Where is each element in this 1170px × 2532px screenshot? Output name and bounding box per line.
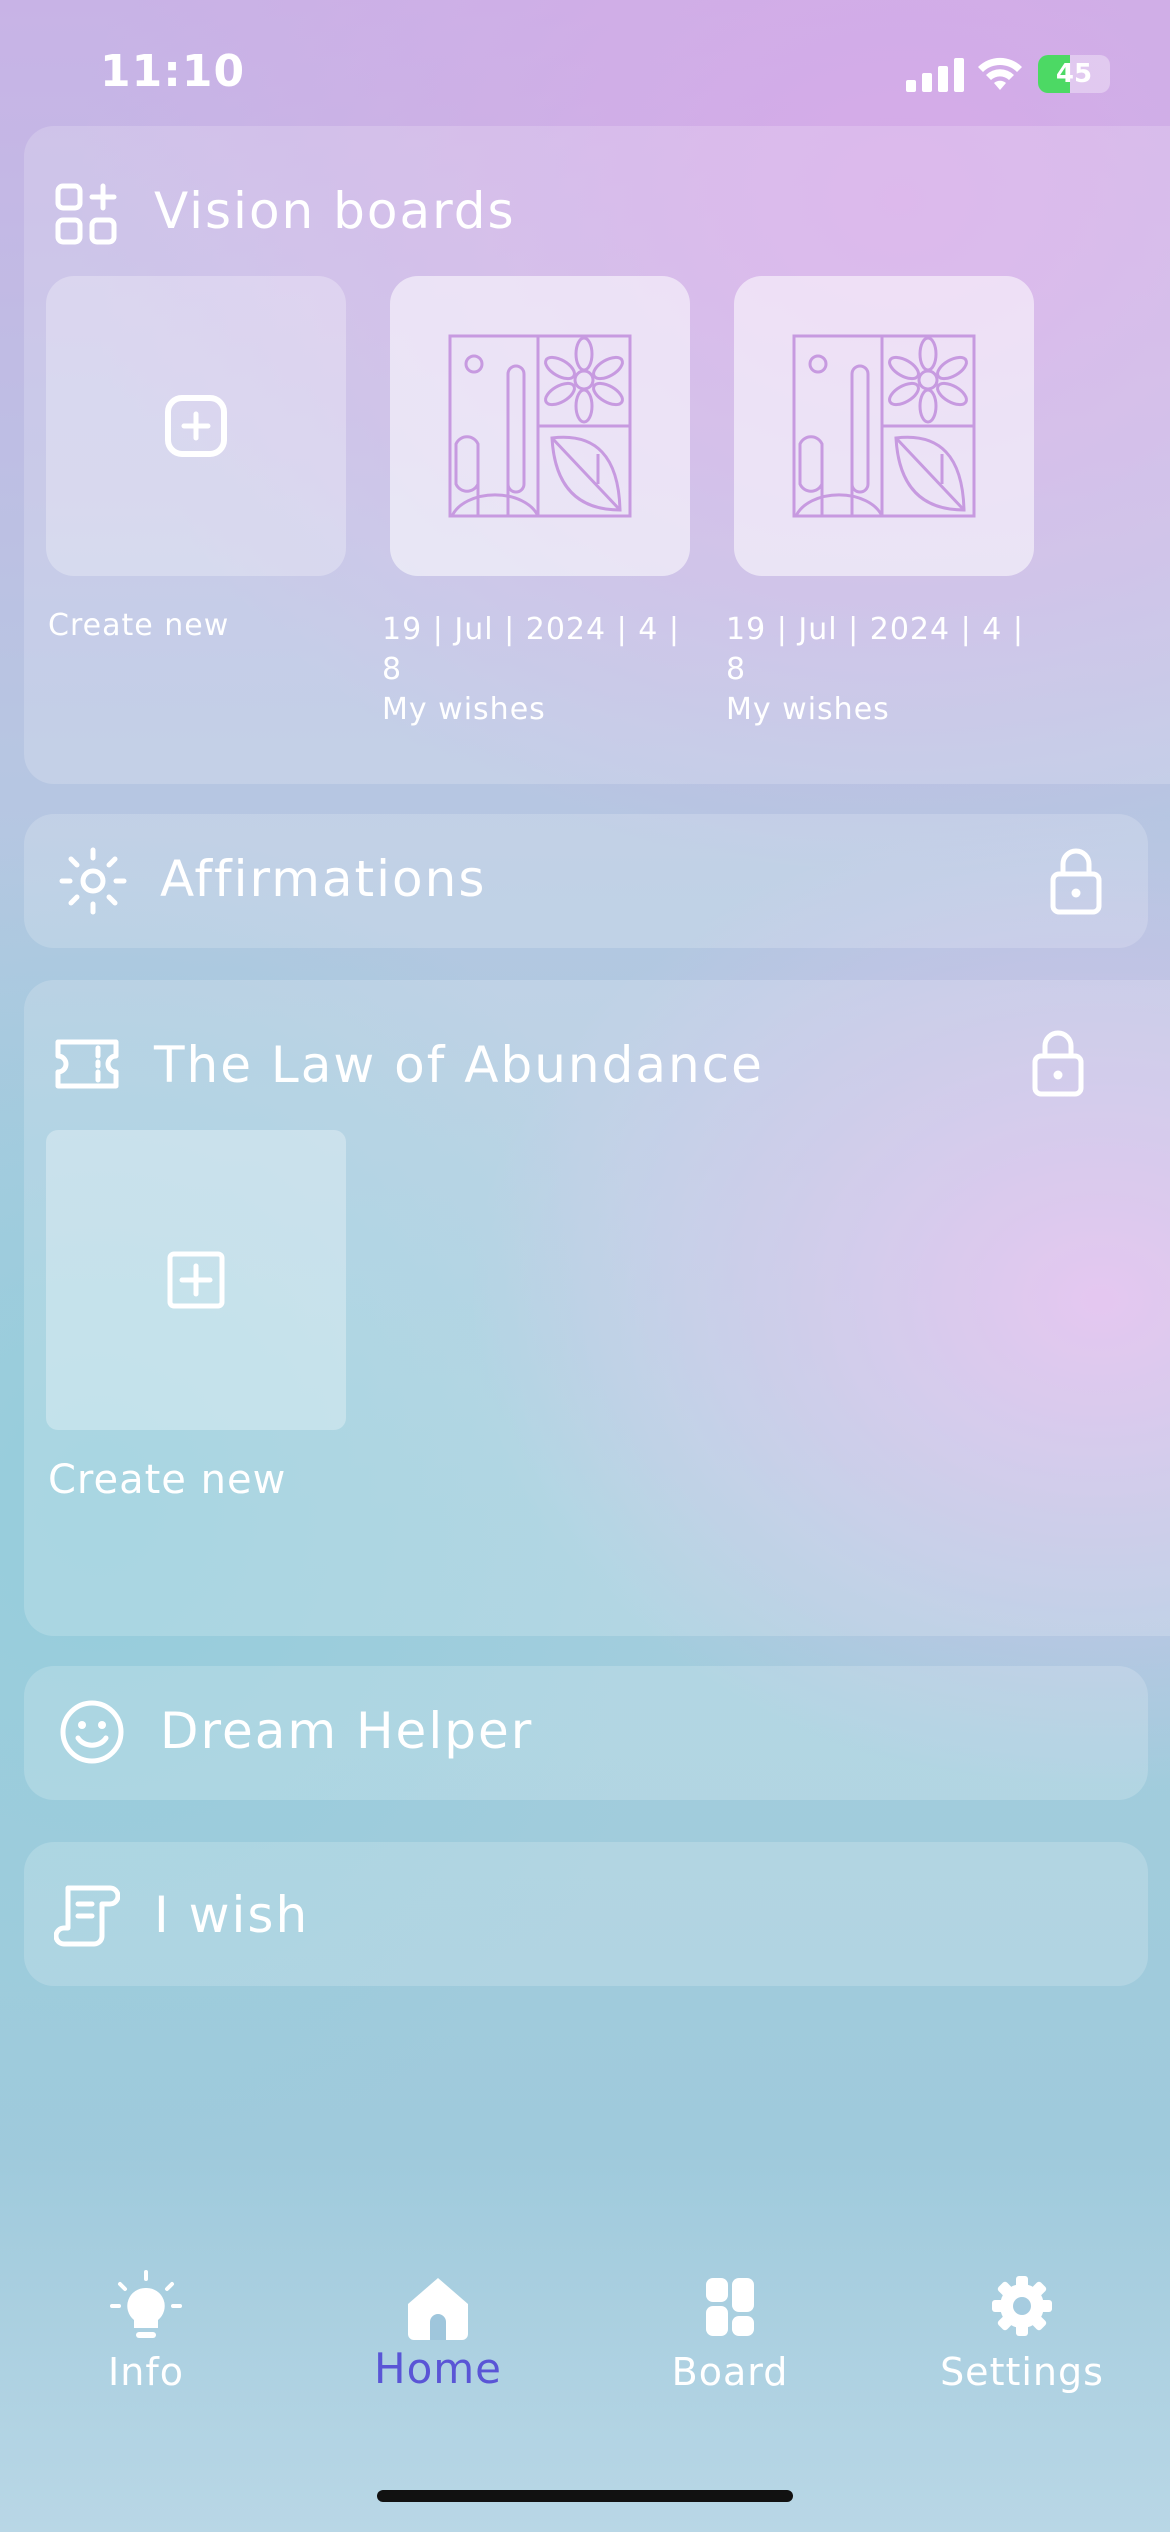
battery-icon: 45: [1038, 55, 1110, 93]
vision-board-name: My wishes: [726, 692, 890, 727]
scroll-icon: [54, 1885, 120, 1947]
create-vision-board-button[interactable]: [46, 276, 346, 576]
create-new-label: Create new: [48, 1457, 287, 1503]
vision-boards-title: Vision boards: [154, 182, 516, 240]
battery-level: 45: [1055, 59, 1093, 89]
board-icon: [706, 2278, 754, 2336]
tab-info-label: Info: [108, 2350, 184, 2394]
vision-board-thumbnail-icon: [792, 334, 976, 518]
gear-icon: [992, 2276, 1052, 2336]
lock-icon: [1050, 848, 1102, 915]
status-bar: 11:10 45: [0, 0, 1170, 130]
cellular-signal-icon: [906, 58, 964, 92]
status-time: 11:10: [100, 46, 246, 97]
home-indicator: [377, 2490, 793, 2502]
lock-icon: [1032, 1030, 1084, 1097]
add-icon: [165, 395, 227, 457]
dream-helper-title: Dream Helper: [160, 1702, 534, 1760]
law-of-abundance-title: The Law of Abundance: [154, 1036, 764, 1094]
law-of-abundance-section: The Law of Abundance Create new: [24, 980, 1170, 1636]
affirmations-title: Affirmations: [160, 850, 487, 908]
ticket-icon: [55, 1039, 119, 1089]
tab-settings-label: Settings: [940, 2350, 1104, 2394]
vision-board-card[interactable]: [734, 276, 1034, 576]
widgets-icon: [55, 183, 117, 245]
home-icon: [408, 2278, 468, 2340]
sun-icon: [59, 847, 127, 915]
affirmations-section[interactable]: Affirmations: [24, 814, 1148, 948]
i-wish-title: I wish: [154, 1886, 310, 1944]
smiley-icon: [60, 1700, 124, 1764]
i-wish-section[interactable]: I wish: [24, 1842, 1148, 1986]
create-abundance-button[interactable]: [46, 1130, 346, 1430]
vision-board-date: 19 | Jul | 2024 | 4 | 8: [726, 612, 1024, 687]
tab-settings[interactable]: Settings: [922, 2240, 1122, 2400]
lightbulb-icon: [110, 2270, 182, 2338]
tab-home[interactable]: Home: [338, 2240, 538, 2400]
tab-bar: Info Home Board Settings: [0, 2240, 1170, 2440]
tab-info[interactable]: Info: [46, 2240, 246, 2400]
vision-board-name: My wishes: [382, 692, 546, 727]
create-new-label: Create new: [48, 608, 230, 643]
vision-board-card[interactable]: [390, 276, 690, 576]
vision-board-date: 19 | Jul | 2024 | 4 | 8: [382, 612, 680, 687]
tab-home-label: Home: [373, 2344, 503, 2393]
tab-board[interactable]: Board: [630, 2240, 830, 2400]
dream-helper-section[interactable]: Dream Helper: [24, 1666, 1148, 1800]
vision-board-thumbnail-icon: [448, 334, 632, 518]
add-square-icon: [167, 1251, 225, 1309]
wifi-icon: [978, 57, 1022, 90]
tab-board-label: Board: [671, 2350, 789, 2394]
vision-boards-section: Vision boards Create new 19 | Jul | 2024…: [24, 126, 1170, 784]
